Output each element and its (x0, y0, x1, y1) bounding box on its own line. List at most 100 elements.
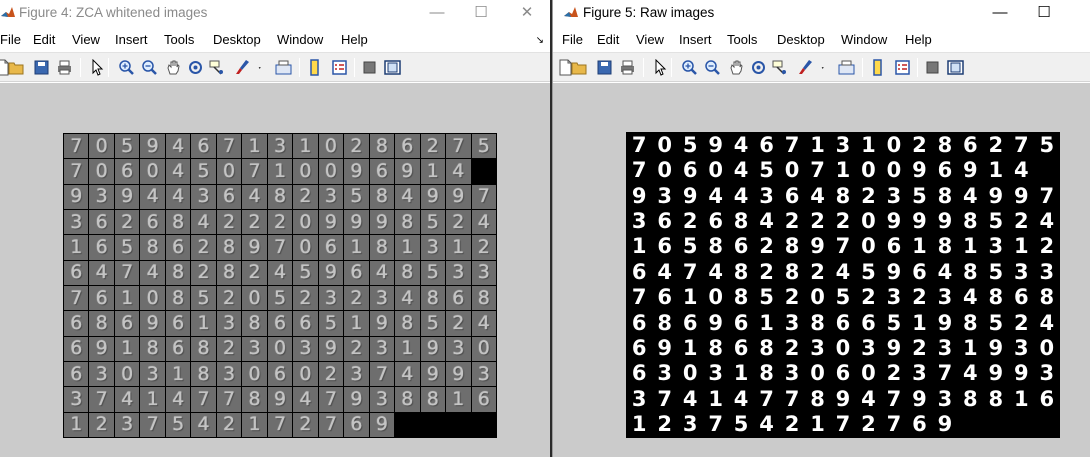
digit-image: 8 (830, 183, 856, 209)
dock-arrow-icon[interactable]: ↘ (536, 35, 544, 46)
digit-image: 8 (165, 260, 191, 285)
rotate-3d-icon[interactable] (187, 59, 204, 76)
digit-image: 3 (627, 387, 652, 412)
colorbar-icon[interactable] (306, 59, 323, 76)
digit-image: 3 (1034, 361, 1059, 387)
digit-image: 7 (932, 361, 958, 387)
rotate-3d-icon[interactable] (750, 59, 767, 76)
digit-image: 3 (471, 260, 496, 285)
pointer-icon[interactable] (89, 59, 106, 76)
menu-file[interactable]: File (562, 32, 583, 47)
pan-icon[interactable] (165, 59, 182, 76)
link-plot-icon[interactable] (275, 59, 292, 76)
menu-file[interactable]: File (0, 32, 21, 47)
maximize-button[interactable]: ☐ (466, 2, 496, 24)
digit-image: 0 (293, 362, 318, 387)
menu-desktop[interactable]: Desktop (213, 32, 261, 47)
pan-icon[interactable] (728, 59, 745, 76)
data-cursor-icon[interactable] (209, 59, 226, 76)
zoom-in-icon[interactable] (118, 59, 135, 76)
open-file-icon[interactable] (571, 59, 588, 76)
maximize-button[interactable]: ☐ (1029, 2, 1059, 24)
colorbar-icon[interactable] (869, 59, 886, 76)
digit-image: 1 (703, 387, 728, 412)
brush-dropdown-icon[interactable] (819, 59, 828, 76)
menu-insert[interactable]: Insert (679, 32, 712, 47)
menu-edit[interactable]: Edit (597, 32, 619, 47)
digit-image: 9 (446, 184, 471, 209)
print-icon[interactable] (619, 59, 636, 76)
title-bar[interactable]: Figure 4: ZCA whitened images — ☐ ✕ (0, 0, 550, 26)
menu-window[interactable]: Window (841, 32, 887, 47)
menu-help[interactable]: Help (341, 32, 368, 47)
menu-help[interactable]: Help (905, 32, 932, 47)
digit-image: 7 (805, 158, 830, 183)
menu-edit[interactable]: Edit (33, 32, 55, 47)
menu-window[interactable]: Window (277, 32, 323, 47)
digit-image: 3 (1009, 336, 1034, 361)
digit-image: 4 (958, 285, 983, 310)
show-plot-tools-icon[interactable] (384, 59, 401, 76)
digit-image: 8 (420, 387, 446, 412)
link-plot-icon[interactable] (838, 59, 855, 76)
digit-image: 0 (856, 361, 881, 387)
brush-dropdown-icon[interactable] (256, 59, 265, 76)
digit-image: 0 (830, 336, 856, 361)
save-icon[interactable] (33, 59, 50, 76)
figure-window-raw[interactable]: Figure 5: Raw images — ☐ File Edit View … (552, 0, 1090, 457)
print-icon[interactable] (56, 59, 73, 76)
digit-image: 9 (420, 362, 446, 387)
menu-tools[interactable]: Tools (164, 32, 194, 47)
menu-view[interactable]: View (72, 32, 100, 47)
digit-image: 6 (627, 310, 652, 336)
digit-image: 1 (293, 134, 318, 159)
digit-image: 2 (318, 362, 344, 387)
digit-image: 8 (242, 387, 267, 412)
digit-image: 6 (165, 235, 191, 260)
open-file-icon[interactable] (8, 59, 25, 76)
legend-icon[interactable] (894, 59, 911, 76)
digit-image: 1 (191, 311, 216, 336)
digit-image: 4 (191, 210, 216, 235)
digit-image: 7 (627, 133, 652, 158)
digit-image: 6 (344, 412, 369, 437)
figure-canvas: 7059467131028627570604507100969149394436… (553, 83, 1090, 457)
brush-icon[interactable] (797, 59, 814, 76)
digit-image: 1 (395, 235, 420, 260)
digit-image: 8 (216, 235, 242, 260)
brush-icon[interactable] (234, 59, 251, 76)
menu-insert[interactable]: Insert (115, 32, 148, 47)
show-plot-tools-icon[interactable] (947, 59, 964, 76)
zoom-out-icon[interactable] (141, 59, 158, 76)
minimize-button[interactable]: — (985, 2, 1015, 24)
zoom-in-icon[interactable] (681, 59, 698, 76)
digit-image: 4 (728, 158, 754, 183)
hide-plot-tools-icon[interactable] (361, 59, 378, 76)
digit-image: 2 (907, 336, 932, 361)
digit-image: 6 (932, 158, 958, 183)
digit-image: 8 (779, 260, 805, 285)
digit-image: 8 (165, 286, 191, 311)
data-cursor-icon[interactable] (772, 59, 789, 76)
menu-tools[interactable]: Tools (727, 32, 757, 47)
digit-image: 1 (907, 310, 932, 336)
menu-desktop[interactable]: Desktop (777, 32, 825, 47)
legend-icon[interactable] (331, 59, 348, 76)
save-icon[interactable] (596, 59, 613, 76)
digit-image: 6 (652, 234, 677, 260)
zoom-out-icon[interactable] (704, 59, 721, 76)
hide-plot-tools-icon[interactable] (924, 59, 941, 76)
title-bar[interactable]: Figure 5: Raw images — ☐ (553, 0, 1090, 26)
close-button[interactable]: ✕ (512, 2, 542, 24)
digit-image: 4 (395, 286, 420, 311)
digit-image: 6 (89, 235, 114, 260)
menu-view[interactable]: View (636, 32, 664, 47)
figure-window-zca[interactable]: Figure 4: ZCA whitened images — ☐ ✕ File… (0, 0, 550, 457)
pointer-icon[interactable] (652, 59, 669, 76)
empty-cell (471, 412, 496, 437)
digit-image: 7 (114, 260, 140, 285)
digit-image: 3 (881, 285, 907, 310)
digit-image: 6 (114, 311, 140, 336)
minimize-button[interactable]: — (422, 2, 452, 24)
digit-image: 9 (983, 183, 1009, 209)
